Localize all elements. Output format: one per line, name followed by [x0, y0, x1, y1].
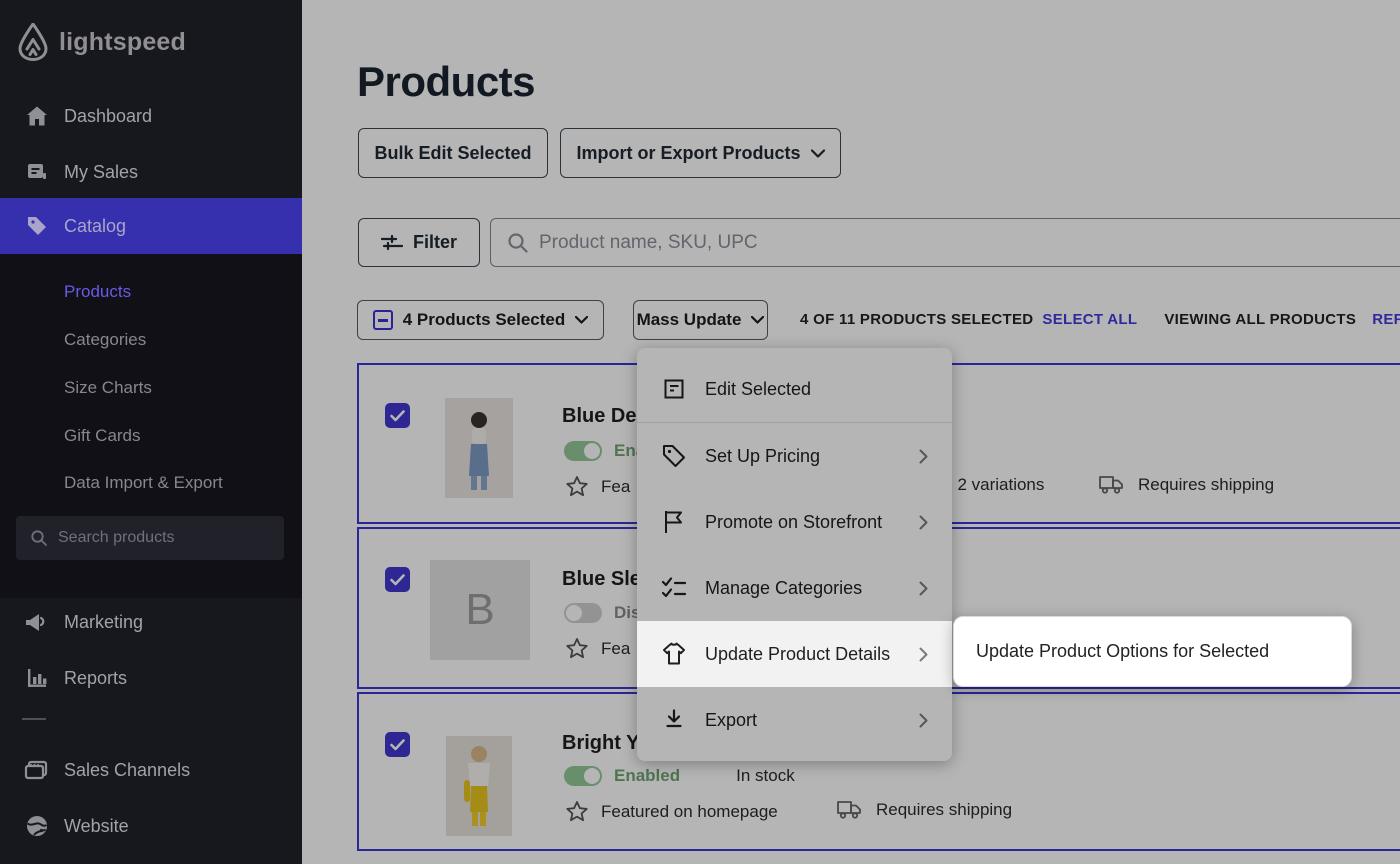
sidebar-item-label: My Sales: [64, 162, 138, 183]
lightspeed-flame-icon: [16, 23, 50, 61]
search-icon: [30, 529, 48, 547]
sidebar-search-field[interactable]: [16, 516, 284, 560]
sidebar-item-sales-channels[interactable]: Sales Channels: [0, 742, 302, 798]
sidebar-item-marketing[interactable]: Marketing: [0, 594, 302, 650]
sidebar-item-label: Reports: [64, 668, 127, 689]
sidebar-subitem-categories[interactable]: Categories: [64, 330, 146, 350]
sidebar-item-label: Dashboard: [64, 106, 152, 127]
products-page: Products Bulk Edit Selected Import or Ex…: [0, 0, 1400, 864]
sidebar-item-my-sales[interactable]: My Sales: [0, 144, 302, 200]
sidebar-subitem-gift-cards[interactable]: Gift Cards: [64, 426, 141, 446]
logo-wordmark: lightspeed: [59, 28, 186, 57]
catalog-subpanel: Products Categories Size Charts Gift Car…: [0, 254, 302, 598]
sidebar-divider: [22, 718, 46, 720]
sidebar-item-reports[interactable]: Reports: [0, 650, 302, 706]
sidebar-item-label: Sales Channels: [64, 760, 190, 781]
sidebar-item-catalog[interactable]: Catalog: [0, 198, 302, 254]
megaphone-icon: [24, 609, 50, 635]
sidebar-subitem-products[interactable]: Products: [64, 282, 131, 302]
chevron-right-icon: [919, 647, 928, 662]
receipt-icon: [24, 159, 50, 185]
sidebar-subitem-size-charts[interactable]: Size Charts: [64, 378, 152, 398]
bar-chart-icon: [24, 665, 50, 691]
tag-icon: [24, 213, 50, 239]
sidebar-item-website[interactable]: Website: [0, 798, 302, 854]
sidebar-item-label: Marketing: [64, 612, 143, 633]
storefront-icon: [24, 757, 50, 783]
submenu-label: Update Product Options for Selected: [976, 641, 1269, 662]
lightspeed-logo[interactable]: lightspeed: [16, 20, 186, 64]
home-icon: [24, 103, 50, 129]
tshirt-icon: [661, 641, 687, 667]
sidebar-search-input[interactable]: [58, 529, 258, 547]
sidebar-item-label: Website: [64, 816, 129, 837]
menu-item-update-product-details[interactable]: Update Product Details: [637, 621, 952, 687]
dim-overlay: [302, 0, 1400, 864]
sidebar-item-dashboard[interactable]: Dashboard: [0, 88, 302, 144]
sidebar-subitem-data-import-export[interactable]: Data Import & Export: [64, 473, 223, 493]
sidebar: lightspeed Dashboard My Sales Catalog Pr…: [0, 0, 302, 864]
submenu-update-product-options[interactable]: Update Product Options for Selected: [953, 616, 1352, 687]
menu-item-label: Update Product Details: [705, 644, 890, 665]
sidebar-item-label: Catalog: [64, 216, 126, 237]
globe-icon: [24, 813, 50, 839]
